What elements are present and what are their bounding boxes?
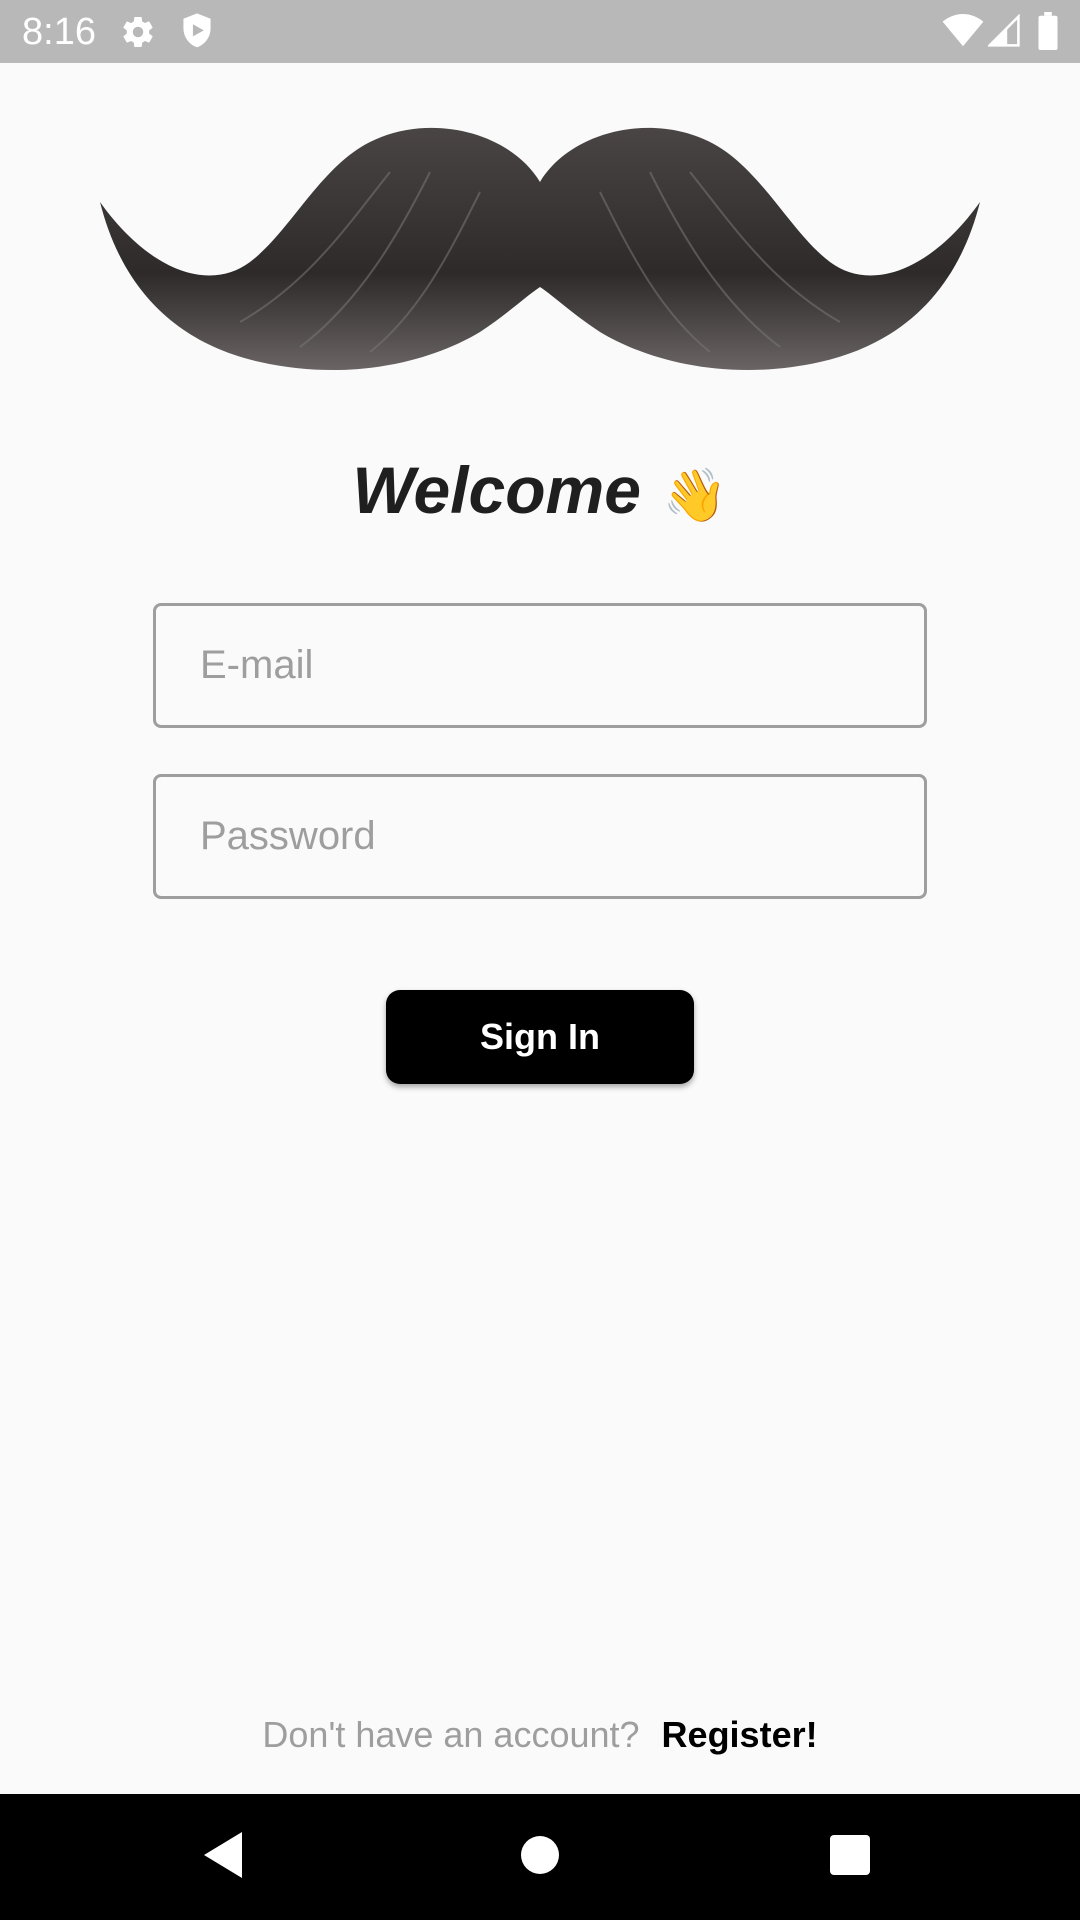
register-link[interactable]: Register!: [662, 1714, 818, 1755]
register-prompt: Don't have an account?: [262, 1714, 640, 1755]
gear-icon: [123, 17, 153, 48]
welcome-title: Welcome: [352, 453, 641, 527]
register-row: Don't have an account? Register!: [0, 1710, 1080, 1760]
home-icon[interactable]: [516, 1828, 564, 1882]
password-input[interactable]: [156, 777, 924, 896]
email-field[interactable]: [153, 603, 927, 728]
signal-icon: [988, 14, 1020, 47]
recents-icon[interactable]: [826, 1828, 874, 1882]
battery-icon: [1038, 12, 1058, 50]
sign-in-button[interactable]: Sign In: [386, 990, 694, 1084]
password-field[interactable]: [153, 774, 927, 899]
waving-hand-icon: 👋: [662, 467, 728, 525]
status-bar: 8:16: [0, 0, 1080, 63]
shield-icon: [183, 13, 211, 48]
back-icon[interactable]: [200, 1828, 248, 1882]
email-input[interactable]: [156, 606, 924, 725]
wifi-icon: [942, 14, 984, 47]
welcome-heading: Welcome 👋: [0, 450, 1080, 530]
status-time: 8:16: [22, 11, 96, 53]
navigation-bar: [0, 1794, 1080, 1920]
mustache-icon: [100, 127, 980, 371]
